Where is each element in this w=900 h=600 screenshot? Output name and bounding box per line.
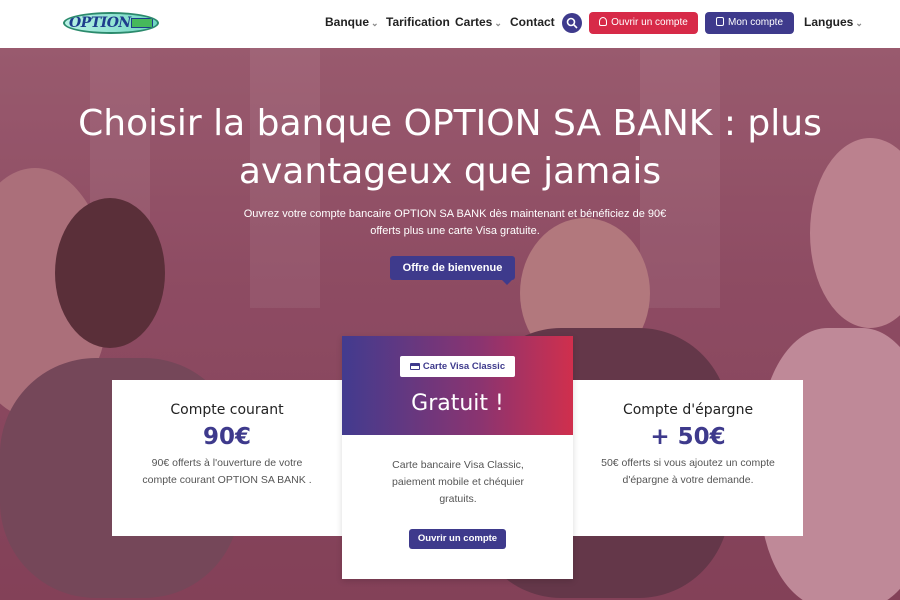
nav-item-tarification[interactable]: Tarification: [386, 15, 450, 29]
card-current-account: Compte courant 90€ 90€ offerts à l'ouver…: [112, 380, 342, 536]
nav-label: Banque: [325, 15, 370, 29]
welcome-offer-button[interactable]: Offre de bienvenue: [390, 256, 515, 280]
my-account-button[interactable]: Mon compte: [705, 12, 794, 34]
card-title: Compte courant: [170, 402, 284, 418]
my-account-label: Mon compte: [727, 17, 784, 28]
search-button[interactable]: [562, 13, 582, 33]
nav-item-langues[interactable]: Langues ⌄: [804, 15, 863, 29]
logo-flag-icon: [131, 18, 153, 28]
card-header: Carte Visa Classic Gratuit !: [342, 336, 573, 435]
card-description: 50€ offerts si vous ajoutez un compte d'…: [601, 457, 775, 486]
nav-item-cartes[interactable]: Cartes ⌄: [455, 15, 502, 29]
nav-item-banque[interactable]: Banque ⌄: [325, 15, 379, 29]
card-headline: Gratuit !: [411, 391, 504, 416]
user-icon: [599, 17, 608, 26]
nav-label: Langues: [804, 15, 854, 29]
nav-label: Tarification: [386, 15, 450, 29]
open-account-card-button[interactable]: Ouvrir un compte: [409, 529, 506, 549]
chevron-down-icon: ⌄: [494, 18, 502, 28]
nav-label: Cartes: [455, 15, 493, 29]
logo-text: OPTION: [69, 15, 131, 31]
chevron-down-icon: ⌄: [371, 18, 379, 28]
open-account-button[interactable]: Ouvrir un compte: [589, 12, 698, 34]
card-description: 90€ offerts à l'ouverture de votre compt…: [142, 457, 312, 486]
welcome-offer-tail: [502, 280, 512, 285]
search-icon: [566, 17, 578, 29]
nav-label: Contact: [510, 15, 555, 29]
card-value: 90€: [202, 424, 251, 450]
site-header: OPTION Banque ⌄ Tarification Cartes ⌄ Cont…: [0, 0, 900, 48]
card-savings-account: Compte d'épargne + 50€ 50€ offerts si vo…: [573, 380, 803, 536]
hero-subtitle: Ouvrez votre compte bancaire OPTION SA B…: [243, 208, 667, 237]
credit-card-icon: [409, 363, 420, 370]
visa-badge: Carte Visa Classic: [400, 356, 515, 377]
hero-title: Choisir la banque OPTION SA BANK : plus …: [78, 103, 822, 192]
chevron-down-icon: ⌄: [855, 18, 863, 28]
card-visa-classic: Carte Visa Classic Gratuit ! Carte banca…: [342, 336, 573, 579]
card-value: + 50€: [650, 424, 726, 450]
nav-item-contact[interactable]: Contact: [510, 15, 555, 29]
open-account-label: Ouvrir un compte: [611, 17, 688, 28]
visa-badge-label: Carte Visa Classic: [422, 361, 506, 372]
brand-logo[interactable]: OPTION: [63, 12, 159, 34]
card-title: Compte d'épargne: [622, 402, 754, 418]
card-description: Carte bancaire Visa Classic, paiement mo…: [392, 459, 524, 505]
lock-icon: [715, 17, 724, 26]
